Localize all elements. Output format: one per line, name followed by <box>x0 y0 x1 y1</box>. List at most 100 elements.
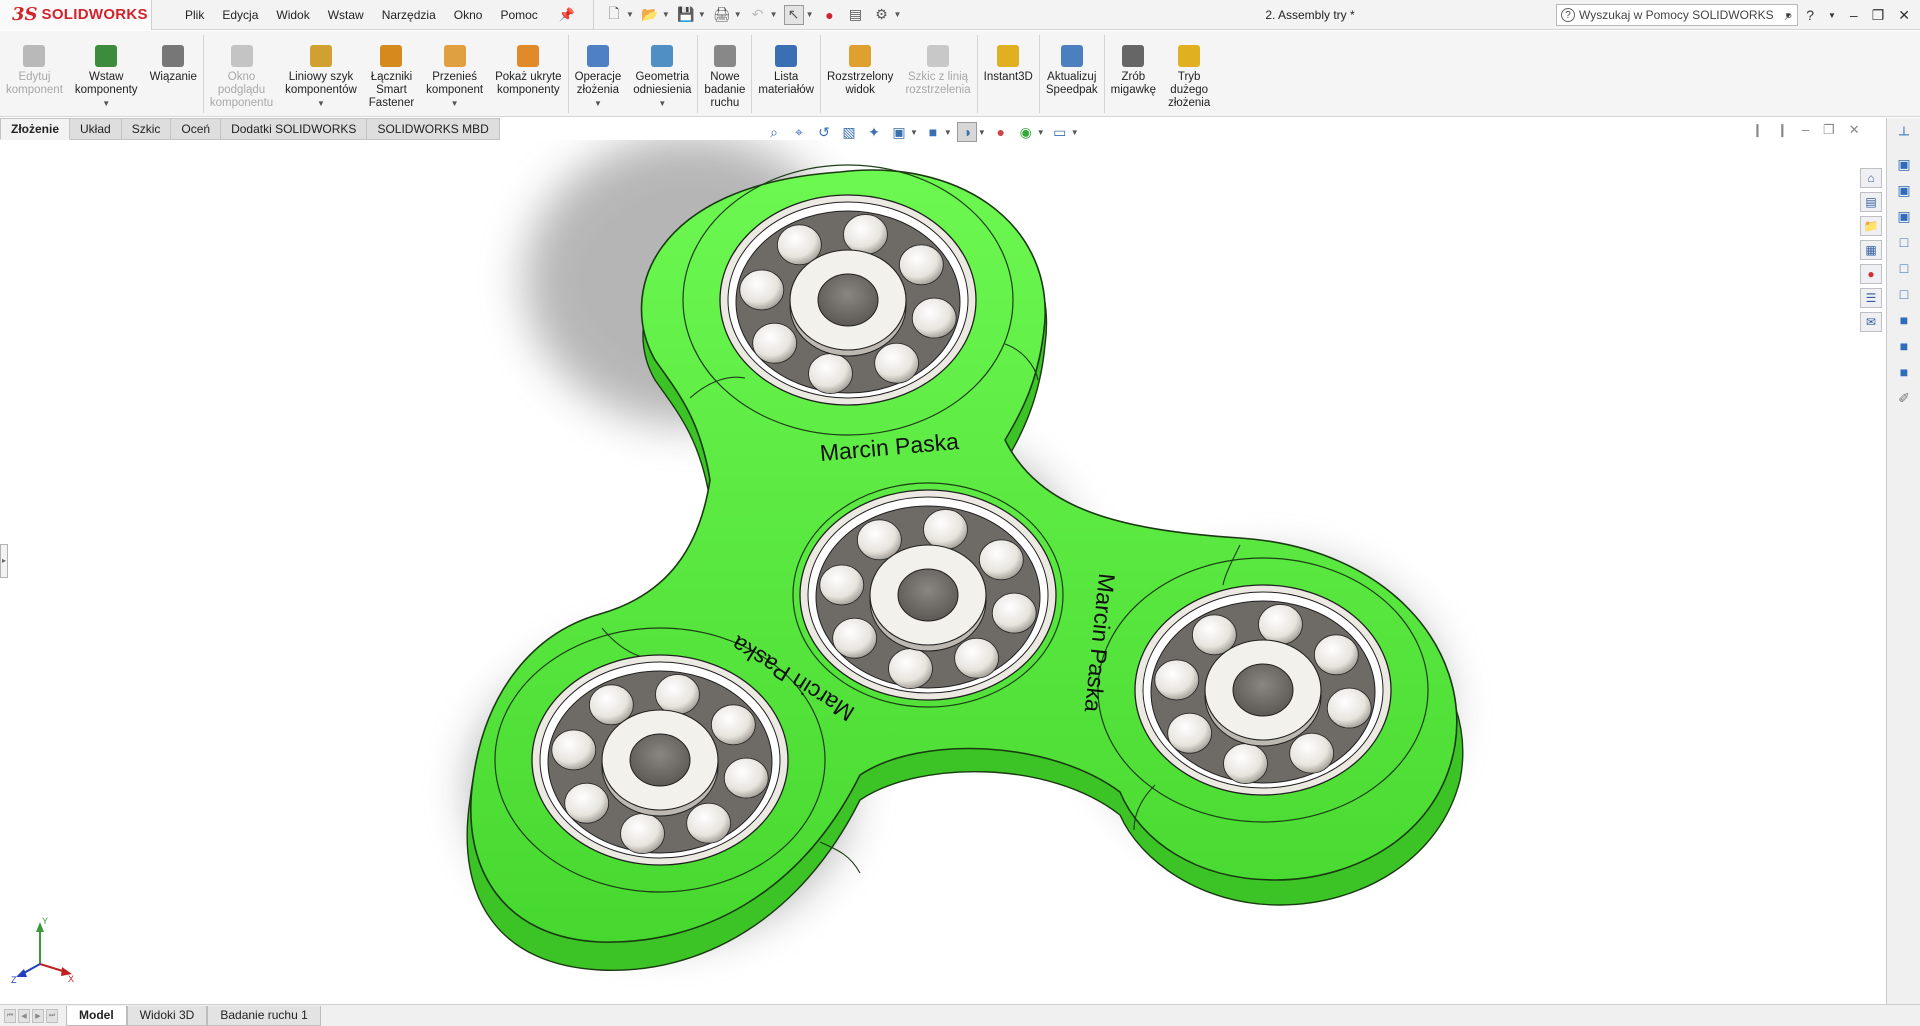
new-dropdown-icon[interactable]: ▼ <box>626 10 634 19</box>
measure-tool-icon[interactable]: ✐ <box>1894 388 1914 408</box>
ribbon-caret-icon[interactable]: ▼ <box>658 99 666 108</box>
collapse-right-icon[interactable]: ❙ <box>1777 122 1788 138</box>
prev-tab-arrow-icon[interactable]: ◀ <box>18 1008 30 1023</box>
design-library-icon[interactable]: ▤ <box>1860 192 1882 212</box>
view-settings-dropdown-icon[interactable]: ▼ <box>1071 128 1079 137</box>
front-view-icon[interactable]: □ <box>1894 232 1914 252</box>
file-explorer-icon[interactable]: 📁 <box>1860 216 1882 236</box>
view-orientation-dropdown-icon[interactable]: ▼ <box>910 128 918 137</box>
rebuild-traffic-light-icon[interactable]: ● <box>820 5 840 25</box>
ribbon-caret-icon[interactable]: ▼ <box>451 99 459 108</box>
custom-properties-icon[interactable]: ☰ <box>1860 288 1882 308</box>
last-tab-arrow-icon[interactable]: ⏭ <box>46 1008 58 1023</box>
dynamic-annotation-icon[interactable]: ✦ <box>864 122 884 142</box>
bottom-view-icon[interactable]: ■ <box>1894 362 1914 382</box>
bearing-center[interactable] <box>799 489 1057 701</box>
trimetric-view-icon[interactable]: ▣ <box>1894 180 1914 200</box>
apply-scene-icon[interactable]: ◉ <box>1016 122 1036 142</box>
tab-szkic[interactable]: Szkic <box>121 118 172 140</box>
help-search-box[interactable]: ? Wyszukaj w Pomocy SOLIDWORKS ⌕ <box>1556 4 1798 26</box>
ribbon-button-7[interactable]: Pokaż ukryte komponenty <box>489 31 567 117</box>
bearing-left[interactable] <box>531 654 789 866</box>
select-dropdown-icon[interactable]: ▼ <box>806 10 814 19</box>
edit-appearance-icon[interactable]: ● <box>991 122 1011 142</box>
tab-dodatki[interactable]: Dodatki SOLIDWORKS <box>221 118 368 140</box>
ribbon-button-13[interactable]: Szkic z linią rozstrzelenia <box>899 31 976 117</box>
first-tab-arrow-icon[interactable]: ⏮ <box>4 1008 16 1023</box>
menu-pomoc[interactable]: Pomoc <box>491 0 546 30</box>
reference-plane-icon[interactable]: ┴ <box>1894 124 1914 144</box>
dimetric-view-icon[interactable]: ▣ <box>1894 206 1914 226</box>
open-icon[interactable]: 📂 <box>640 5 660 25</box>
tab-model[interactable]: Model <box>66 1005 127 1026</box>
forum-icon[interactable]: ✉ <box>1860 312 1882 332</box>
ribbon-button-15[interactable]: Aktualizuj Speedpak <box>1040 31 1104 117</box>
right-view-icon[interactable]: ■ <box>1894 310 1914 330</box>
print-icon[interactable]: 🖨 <box>712 5 732 25</box>
previous-view-icon[interactable]: ↺ <box>814 122 834 142</box>
save-icon[interactable]: 💾 <box>676 5 696 25</box>
ribbon-caret-icon[interactable]: ▼ <box>317 99 325 108</box>
help-icon[interactable]: ? <box>1806 7 1814 23</box>
search-placeholder[interactable]: Wyszukaj w Pomocy SOLIDWORKS <box>1579 8 1781 22</box>
ribbon-button-1[interactable]: Wstaw komponenty ▼ <box>69 31 144 117</box>
select-pointer-icon[interactable]: ↖ <box>783 4 804 25</box>
section-view-icon[interactable]: ▧ <box>839 122 859 142</box>
zoom-to-area-icon[interactable]: ⌖ <box>789 122 809 142</box>
tab-mbd[interactable]: SOLIDWORKS MBD <box>367 118 500 140</box>
ribbon-button-6[interactable]: Przenieś komponent ▼ <box>420 31 489 117</box>
feature-manager-expand-handle[interactable]: ▸ <box>0 544 8 578</box>
view-palette-icon[interactable]: ▦ <box>1860 240 1882 260</box>
restore-icon[interactable]: ❐ <box>1872 7 1885 24</box>
help-dropdown-icon[interactable]: ▼ <box>1828 11 1836 20</box>
tab-3d-views[interactable]: Widoki 3D <box>126 1005 208 1026</box>
graphics-area[interactable]: Marcin Paska Marcin Paska Marcin Paska <box>0 140 1886 1002</box>
hide-show-dropdown-icon[interactable]: ▼ <box>978 128 986 137</box>
search-dropdown-icon[interactable]: ▼ <box>1784 11 1792 20</box>
isometric-view-icon[interactable]: ▣ <box>1894 154 1914 174</box>
ribbon-button-0[interactable]: Edytuj komponent <box>0 31 69 117</box>
tab-zlozenie[interactable]: Złożenie <box>0 118 71 140</box>
menu-narzedzia[interactable]: Narzędzia <box>373 0 445 30</box>
tab-uklad[interactable]: Układ <box>70 118 122 140</box>
pin-menu-icon[interactable]: 📌 <box>559 7 575 23</box>
solidworks-logo[interactable]: 3S SOLIDWORKS <box>0 0 152 30</box>
view-orientation-icon[interactable]: ▣ <box>889 122 909 142</box>
ribbon-button-4[interactable]: Liniowy szyk komponentów ▼ <box>279 31 363 117</box>
save-dropdown-icon[interactable]: ▼ <box>698 10 706 19</box>
doc-close-icon[interactable]: ✕ <box>1849 122 1860 138</box>
ribbon-caret-icon[interactable]: ▼ <box>102 99 110 108</box>
undo-dropdown-icon[interactable]: ▼ <box>770 10 778 19</box>
ribbon-button-2[interactable]: Wiązanie <box>144 31 203 117</box>
options-gear-icon[interactable]: ⚙ <box>872 5 892 25</box>
doc-minimize-icon[interactable]: – <box>1802 122 1809 138</box>
undo-icon[interactable]: ↶ <box>748 5 768 25</box>
ribbon-button-11[interactable]: Lista materiałów <box>752 31 820 117</box>
tab-ocen[interactable]: Oceń <box>171 118 222 140</box>
menu-okno[interactable]: Okno <box>445 0 492 30</box>
left-view-icon[interactable]: □ <box>1894 284 1914 304</box>
top-view-icon[interactable]: ■ <box>1894 336 1914 356</box>
next-tab-arrow-icon[interactable]: ▶ <box>32 1008 44 1023</box>
display-style-dropdown-icon[interactable]: ▼ <box>944 128 952 137</box>
options-dropdown-icon[interactable]: ▼ <box>894 10 902 19</box>
menu-edycja[interactable]: Edycja <box>213 0 267 30</box>
ribbon-button-5[interactable]: Łączniki Smart Fastener <box>363 31 420 117</box>
ribbon-button-17[interactable]: Tryb dużego złożenia <box>1162 31 1216 117</box>
close-icon[interactable]: ✕ <box>1898 7 1910 24</box>
back-view-icon[interactable]: □ <box>1894 258 1914 278</box>
tab-motion-study[interactable]: Badanie ruchu 1 <box>207 1005 321 1026</box>
bearing-top[interactable] <box>719 194 977 406</box>
collapse-left-icon[interactable]: ❙ <box>1752 122 1763 138</box>
hide-show-items-icon[interactable]: ◑ <box>956 122 977 142</box>
ribbon-button-16[interactable]: Zrób migawkę <box>1105 31 1162 117</box>
display-style-icon[interactable]: ■ <box>923 122 943 142</box>
ribbon-button-14[interactable]: Instant3D <box>978 31 1039 117</box>
ribbon-button-9[interactable]: Geometria odniesienia ▼ <box>627 31 697 117</box>
bearing-right[interactable] <box>1134 584 1392 796</box>
menu-widok[interactable]: Widok <box>267 0 318 30</box>
file-properties-icon[interactable]: ▤ <box>846 5 866 25</box>
apply-scene-dropdown-icon[interactable]: ▼ <box>1037 128 1045 137</box>
appearances-icon[interactable]: ● <box>1860 264 1882 284</box>
ribbon-caret-icon[interactable]: ▼ <box>594 99 602 108</box>
